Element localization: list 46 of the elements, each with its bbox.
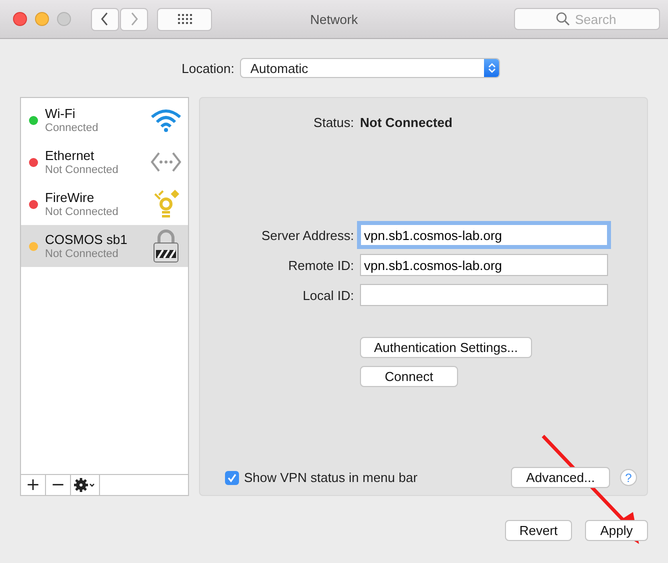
action-button[interactable]: Connect: [360, 366, 458, 387]
action-button[interactable]: Authentication Settings...: [360, 337, 532, 358]
service-name: Wi-Fi: [45, 106, 76, 121]
field-label: Remote ID:: [287, 258, 354, 272]
checkmark-icon: [227, 472, 237, 482]
input-field[interactable]: [360, 284, 608, 306]
chevron-right-icon: [129, 12, 139, 26]
service-name: FireWire: [45, 190, 96, 205]
field-label: Server Address:: [260, 228, 354, 242]
footer-button[interactable]: Revert: [505, 520, 572, 541]
service-item[interactable]: FireWire Not Connected: [21, 183, 188, 225]
service-item[interactable]: Wi-Fi Connected: [21, 99, 188, 141]
chevron-left-icon: [100, 12, 110, 26]
service-status: Not Connected: [45, 206, 120, 218]
wifi-icon: [150, 108, 182, 132]
service-status: Not Connected: [45, 248, 120, 260]
service-name: Ethernet: [45, 148, 96, 163]
service-item[interactable]: Ethernet Not Connected: [21, 141, 188, 183]
gear-menu-button[interactable]: [71, 475, 100, 495]
gear-icon: [74, 478, 96, 492]
service-status: Not Connected: [45, 164, 120, 176]
service-name: COSMOS sb1: [45, 232, 128, 247]
close-button[interactable]: [13, 12, 27, 26]
checkbox[interactable]: [225, 470, 239, 484]
input-field[interactable]: vpn.sb1.cosmos-lab.org: [360, 224, 608, 246]
field-label: Local ID:: [302, 288, 354, 302]
footer-button[interactable]: Apply: [585, 520, 648, 541]
code-brackets-icon: [150, 150, 182, 174]
up-down-arrows-icon: [488, 62, 496, 74]
window-title: Network: [310, 12, 358, 26]
padlock-icon: [152, 229, 180, 263]
location-label: Location:: [182, 60, 234, 76]
show-all-button[interactable]: [157, 8, 212, 30]
location-dropdown[interactable]: Automatic: [240, 58, 500, 78]
service-status: Connected: [45, 122, 100, 134]
status-value: Not Connected: [360, 115, 454, 130]
search-field[interactable]: Search: [514, 8, 660, 30]
input-field[interactable]: vpn.sb1.cosmos-lab.org: [360, 254, 608, 276]
back-button[interactable]: [91, 8, 119, 30]
checkbox-label: Show VPN status in menu bar: [244, 470, 418, 485]
grid-icon: [178, 14, 192, 24]
service-item[interactable]: COSMOS sb1 Not Connected: [21, 225, 188, 267]
search-icon: [556, 12, 570, 26]
status-label: Status:: [312, 115, 354, 130]
advanced-button[interactable]: Advanced...: [511, 467, 610, 488]
minimize-button[interactable]: [35, 12, 49, 26]
